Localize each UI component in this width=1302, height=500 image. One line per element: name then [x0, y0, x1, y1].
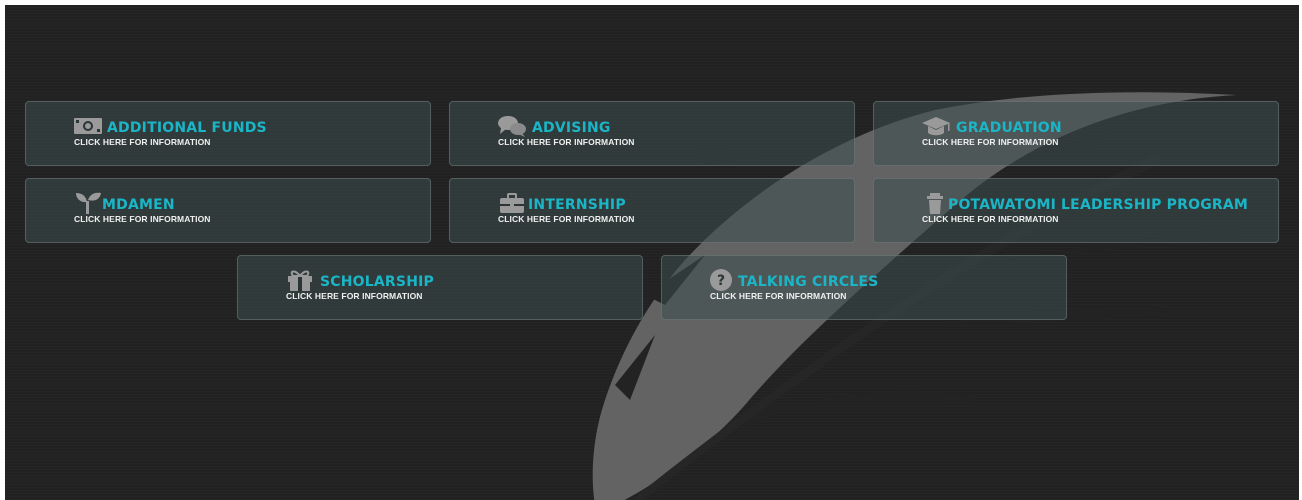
- button-title: SCHOLARSHIP: [320, 274, 434, 290]
- briefcase-icon: [497, 191, 527, 215]
- scholarship-button[interactable]: SCHOLARSHIP CLICK HERE FOR INFORMATION: [237, 255, 643, 320]
- graduation-cap-icon: [921, 114, 951, 138]
- button-subtitle: CLICK HERE FOR INFORMATION: [74, 214, 211, 224]
- feather-background-icon: [592, 92, 1237, 500]
- button-title: TALKING CIRCLES: [738, 274, 879, 290]
- button-subtitle: CLICK HERE FOR INFORMATION: [74, 137, 211, 147]
- button-subtitle: CLICK HERE FOR INFORMATION: [498, 137, 635, 147]
- button-subtitle: CLICK HERE FOR INFORMATION: [498, 214, 635, 224]
- internship-button[interactable]: INTERNSHIP CLICK HERE FOR INFORMATION: [449, 178, 855, 243]
- graduation-button[interactable]: GRADUATION CLICK HERE FOR INFORMATION: [873, 101, 1279, 166]
- seedling-icon: [73, 191, 103, 215]
- money-icon: [73, 114, 103, 138]
- button-title: ADVISING: [532, 120, 611, 136]
- button-title: GRADUATION: [956, 120, 1062, 136]
- chat-bubbles-icon: [497, 114, 527, 138]
- gift-icon: [285, 268, 315, 292]
- potawatomi-leadership-program-button[interactable]: POTAWATOMI LEADERSHIP PROGRAM CLICK HERE…: [873, 178, 1279, 243]
- button-title: ADDITIONAL FUNDS: [107, 120, 267, 136]
- svg-text:?: ?: [717, 273, 725, 289]
- button-subtitle: CLICK HERE FOR INFORMATION: [710, 291, 847, 301]
- trash-can-icon: [921, 191, 951, 215]
- question-circle-icon: ?: [709, 268, 739, 292]
- mdamen-button[interactable]: MDAMEN CLICK HERE FOR INFORMATION: [25, 178, 431, 243]
- advising-button[interactable]: ADVISING CLICK HERE FOR INFORMATION: [449, 101, 855, 166]
- page-frame: ADDITIONAL FUNDS CLICK HERE FOR INFORMAT…: [5, 5, 1299, 500]
- additional-funds-button[interactable]: ADDITIONAL FUNDS CLICK HERE FOR INFORMAT…: [25, 101, 431, 166]
- talking-circles-button[interactable]: ? TALKING CIRCLES CLICK HERE FOR INFORMA…: [661, 255, 1067, 320]
- button-subtitle: CLICK HERE FOR INFORMATION: [922, 137, 1059, 147]
- button-subtitle: CLICK HERE FOR INFORMATION: [286, 291, 423, 301]
- button-subtitle: CLICK HERE FOR INFORMATION: [922, 214, 1059, 224]
- button-title: MDAMEN: [102, 197, 175, 213]
- button-title: POTAWATOMI LEADERSHIP PROGRAM: [948, 197, 1249, 213]
- button-title: INTERNSHIP: [528, 197, 626, 213]
